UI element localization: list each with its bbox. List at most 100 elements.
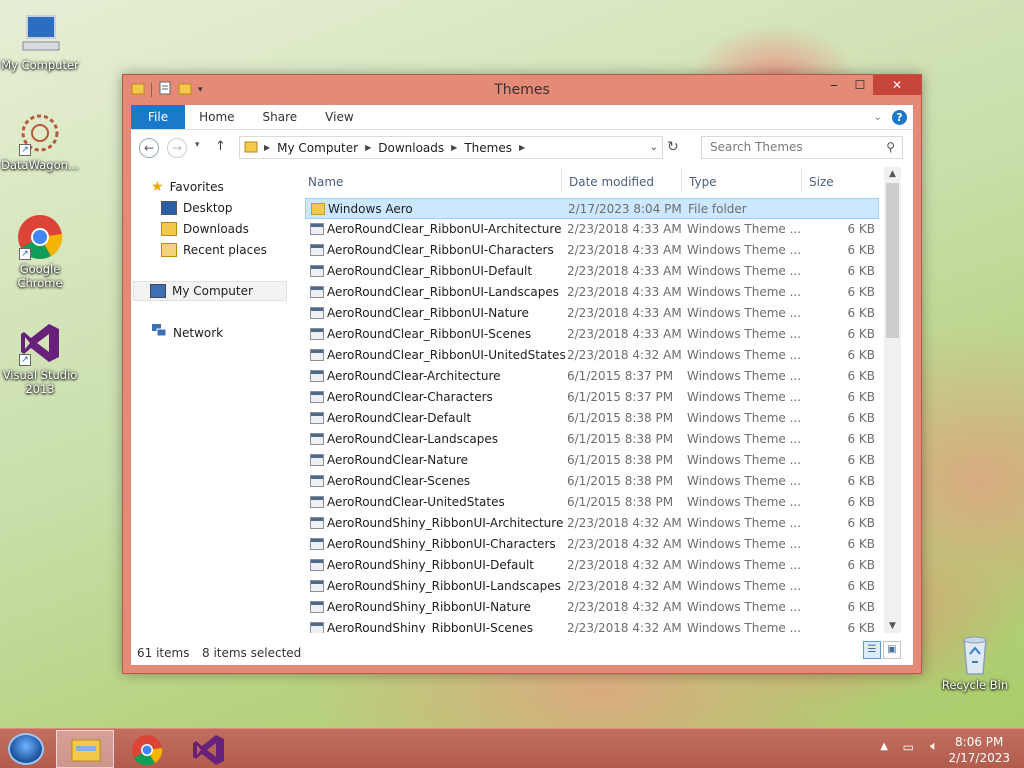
nav-item-recent-places[interactable]: Recent places (161, 240, 267, 260)
table-row[interactable]: AeroRoundClear_RibbonUI-Landscapes 2/23/2… (305, 282, 879, 303)
file-type: Windows Theme ... (687, 243, 802, 257)
tab-share[interactable]: Share (249, 105, 312, 129)
details-view-button[interactable]: ☰ (863, 641, 881, 659)
tab-home[interactable]: Home (185, 105, 248, 129)
table-row[interactable]: AeroRoundShiny_RibbonUI-Landscapes 2/23/2… (305, 576, 879, 597)
desktop-icon-label: My Computer (1, 58, 79, 72)
table-row[interactable]: AeroRoundClear_RibbonUI-Architecture 2/23… (305, 219, 879, 240)
network-icon (151, 323, 167, 343)
nav-item-desktop[interactable]: Desktop (161, 198, 233, 218)
file-date: 2/23/2018 4:33 AM (567, 285, 682, 299)
column-type[interactable]: Type (689, 175, 717, 189)
nav-item-downloads[interactable]: Downloads (161, 219, 249, 239)
table-row[interactable]: AeroRoundClear-Default 6/1/2015 8:38 PM Wi… (305, 408, 879, 429)
theme-file-icon (310, 223, 324, 235)
column-name[interactable]: Name (308, 175, 343, 189)
table-row[interactable]: AeroRoundClear-Architecture 6/1/2015 8:37… (305, 366, 879, 387)
scroll-up-icon[interactable]: ▲ (884, 169, 901, 179)
file-type: Windows Theme ... (687, 306, 802, 320)
nav-item-network[interactable]: Network (151, 323, 223, 343)
desktop-icon (161, 201, 177, 215)
taskbar-chrome[interactable] (118, 730, 176, 768)
table-row[interactable]: AeroRoundShiny_RibbonUI-Characters 2/23/2… (305, 534, 879, 555)
file-type: Windows Theme ... (687, 327, 802, 341)
file-size: 6 KB (847, 474, 875, 488)
table-row[interactable]: AeroRoundShiny_RibbonUI-Scenes 2/23/2018 … (305, 618, 879, 633)
column-separator[interactable] (801, 169, 802, 193)
search-icon[interactable]: ⚲ (886, 137, 895, 158)
file-size: 6 KB (847, 327, 875, 341)
vertical-scrollbar[interactable]: ▲ ▼ (884, 167, 901, 633)
network-icon[interactable]: ▭ (903, 740, 914, 754)
table-row[interactable]: AeroRoundClear_RibbonUI-Default 2/23/2018… (305, 261, 879, 282)
breadcrumb-downloads[interactable]: Downloads (373, 141, 449, 155)
desktop-icon-recycle-bin[interactable]: Recycle Bin (935, 630, 1015, 692)
title-bar[interactable]: ▾ Themes ‒ ☐ ✕ (123, 75, 921, 105)
chevron-right-icon[interactable]: ▶ (449, 143, 459, 152)
tab-view[interactable]: View (311, 105, 367, 129)
expand-ribbon-icon[interactable]: ⌄ (874, 112, 882, 123)
recent-locations-icon[interactable]: ▾ (195, 140, 200, 150)
maximize-button[interactable]: ☐ (847, 75, 873, 95)
search-input[interactable]: Search Themes ⚲ (701, 136, 903, 159)
nav-item-favorites[interactable]: ★ Favorites (151, 177, 224, 197)
column-separator[interactable] (681, 169, 682, 193)
table-row[interactable]: AeroRoundShiny_RibbonUI-Nature 2/23/2018 … (305, 597, 879, 618)
table-row[interactable]: AeroRoundClear_RibbonUI-UnitedStates 2/23… (305, 345, 879, 366)
volume-icon[interactable]: 🔈︎ (930, 739, 938, 754)
address-bar[interactable]: ▶ My Computer ▶ Downloads ▶ Themes ▶ ⌄ (239, 136, 663, 159)
scroll-down-icon[interactable]: ▼ (884, 621, 901, 631)
table-row[interactable]: AeroRoundClear-Characters 6/1/2015 8:37 P… (305, 387, 879, 408)
nav-label: My Computer (172, 284, 253, 298)
large-icons-view-button[interactable]: ▣ (883, 641, 901, 659)
column-date[interactable]: Date modified (569, 175, 654, 189)
table-row[interactable]: AeroRoundShiny_RibbonUI-Architecture 2/23… (305, 513, 879, 534)
tab-file[interactable]: File (131, 105, 186, 129)
desktop-icon-my-computer[interactable]: My Computer (0, 10, 80, 72)
file-name: AeroRoundShiny_RibbonUI-Scenes (327, 621, 533, 633)
file-type: Windows Theme ... (687, 600, 802, 614)
breadcrumb-themes[interactable]: Themes (459, 141, 517, 155)
scrollbar-thumb[interactable] (886, 183, 899, 338)
up-arrow-icon[interactable]: ↑ (215, 139, 226, 154)
taskbar-visual-studio[interactable] (180, 730, 238, 768)
desktop-icon-google-chrome[interactable]: ↗ Google Chrome (0, 214, 80, 290)
file-date: 2/23/2018 4:33 AM (567, 264, 682, 278)
table-row[interactable]: AeroRoundShiny_RibbonUI-Default 2/23/2018… (305, 555, 879, 576)
desktop-icon-visual-studio[interactable]: ↗ Visual Studio 2013 (0, 320, 80, 396)
column-size[interactable]: Size (809, 175, 834, 189)
file-size: 6 KB (847, 558, 875, 572)
chevron-right-icon[interactable]: ▶ (517, 143, 527, 152)
table-row[interactable]: AeroRoundClear-UnitedStates 6/1/2015 8:38… (305, 492, 879, 513)
refresh-icon[interactable]: ↻ (667, 139, 679, 155)
explorer-window[interactable]: ▾ Themes ‒ ☐ ✕ File Home Share View ⌄ ? … (122, 74, 922, 674)
clock[interactable]: 8:06 PM 2/17/2023 (948, 734, 1010, 766)
file-type: Windows Theme ... (687, 537, 802, 551)
forward-button[interactable]: → (167, 138, 187, 158)
nav-item-my-computer[interactable]: My Computer (133, 281, 287, 301)
table-row[interactable]: AeroRoundClear-Landscapes 6/1/2015 8:38 P… (305, 429, 879, 450)
close-button[interactable]: ✕ (873, 75, 921, 95)
taskbar-file-explorer[interactable] (56, 730, 114, 768)
table-row[interactable]: Windows Aero 2/17/2023 8:04 PM File folder (305, 198, 879, 219)
theme-file-icon (310, 307, 324, 319)
back-button[interactable]: ← (139, 138, 159, 158)
theme-file-icon (310, 370, 324, 382)
table-row[interactable]: AeroRoundClear_RibbonUI-Nature 2/23/2018 … (305, 303, 879, 324)
minimize-button[interactable]: ‒ (821, 75, 847, 95)
table-row[interactable]: AeroRoundClear_RibbonUI-Characters 2/23/2… (305, 240, 879, 261)
desktop-icon-datawagon[interactable]: ↗ DataWagon... (0, 110, 80, 172)
file-date: 2/23/2018 4:33 AM (567, 327, 682, 341)
table-row[interactable]: AeroRoundClear-Scenes 6/1/2015 8:38 PM Win… (305, 471, 879, 492)
chevron-right-icon[interactable]: ▶ (363, 143, 373, 152)
table-row[interactable]: AeroRoundClear_RibbonUI-Scenes 2/23/2018 … (305, 324, 879, 345)
file-size: 6 KB (847, 453, 875, 467)
chevron-down-icon[interactable]: ⌄ (650, 142, 658, 153)
table-row[interactable]: AeroRoundClear-Nature 6/1/2015 8:38 PM Win… (305, 450, 879, 471)
breadcrumb-my-computer[interactable]: My Computer (272, 141, 363, 155)
column-separator[interactable] (561, 169, 562, 193)
help-icon[interactable]: ? (892, 110, 907, 125)
start-button[interactable] (8, 733, 44, 765)
chevron-right-icon[interactable]: ▶ (262, 143, 272, 152)
show-hidden-icons-icon[interactable]: ▲ (880, 741, 888, 752)
